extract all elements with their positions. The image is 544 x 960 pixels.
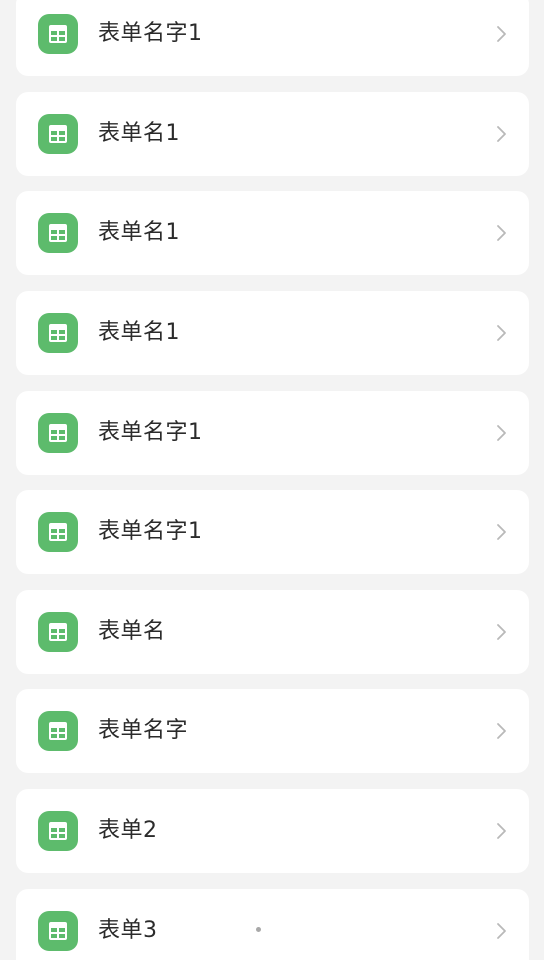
form-list-item[interactable]: 表单名字1 bbox=[16, 0, 529, 76]
form-list-item[interactable]: 表单名字1 bbox=[16, 391, 529, 475]
chevron-right-icon bbox=[497, 823, 506, 839]
chevron-right-icon bbox=[497, 26, 506, 42]
form-name-label: 表单2 bbox=[98, 818, 158, 843]
table-icon bbox=[38, 911, 78, 951]
table-icon bbox=[38, 14, 78, 54]
table-icon bbox=[38, 413, 78, 453]
form-name-label: 表单名1 bbox=[98, 320, 180, 345]
form-name-label: 表单名字 bbox=[98, 718, 189, 743]
table-icon bbox=[38, 313, 78, 353]
chevron-right-icon bbox=[497, 225, 506, 241]
table-icon bbox=[38, 213, 78, 253]
form-name-label: 表单名字1 bbox=[98, 420, 203, 445]
form-list-item[interactable]: 表单名1 bbox=[16, 191, 529, 275]
form-list-item[interactable]: 表单名字 bbox=[16, 689, 529, 773]
table-icon bbox=[38, 612, 78, 652]
chevron-right-icon bbox=[497, 425, 506, 441]
chevron-right-icon bbox=[497, 923, 506, 939]
form-list-item[interactable]: 表单名1 bbox=[16, 92, 529, 176]
form-name-label: 表单名1 bbox=[98, 220, 180, 245]
chevron-right-icon bbox=[497, 524, 506, 540]
table-icon bbox=[38, 114, 78, 154]
table-icon bbox=[38, 811, 78, 851]
chevron-right-icon bbox=[497, 126, 506, 142]
form-list-item[interactable]: 表单2 bbox=[16, 789, 529, 873]
chevron-right-icon bbox=[497, 624, 506, 640]
form-name-label: 表单名1 bbox=[98, 121, 180, 146]
table-icon bbox=[38, 711, 78, 751]
form-name-label: 表单3 bbox=[98, 918, 158, 943]
form-name-label: 表单名字1 bbox=[98, 21, 203, 46]
form-list-item[interactable]: 表单3 bbox=[16, 889, 529, 960]
form-list: 表单名字1 表单名1 表单名1 表单名1 表单名字1 表单名字1 表单名 表单名… bbox=[0, 0, 544, 960]
form-list-item[interactable]: 表单名字1 bbox=[16, 490, 529, 574]
form-name-label: 表单名字1 bbox=[98, 519, 203, 544]
scroll-indicator-dot bbox=[256, 927, 261, 932]
table-icon bbox=[38, 512, 78, 552]
chevron-right-icon bbox=[497, 723, 506, 739]
form-name-label: 表单名 bbox=[98, 619, 166, 644]
chevron-right-icon bbox=[497, 325, 506, 341]
form-list-item[interactable]: 表单名 bbox=[16, 590, 529, 674]
form-list-item[interactable]: 表单名1 bbox=[16, 291, 529, 375]
